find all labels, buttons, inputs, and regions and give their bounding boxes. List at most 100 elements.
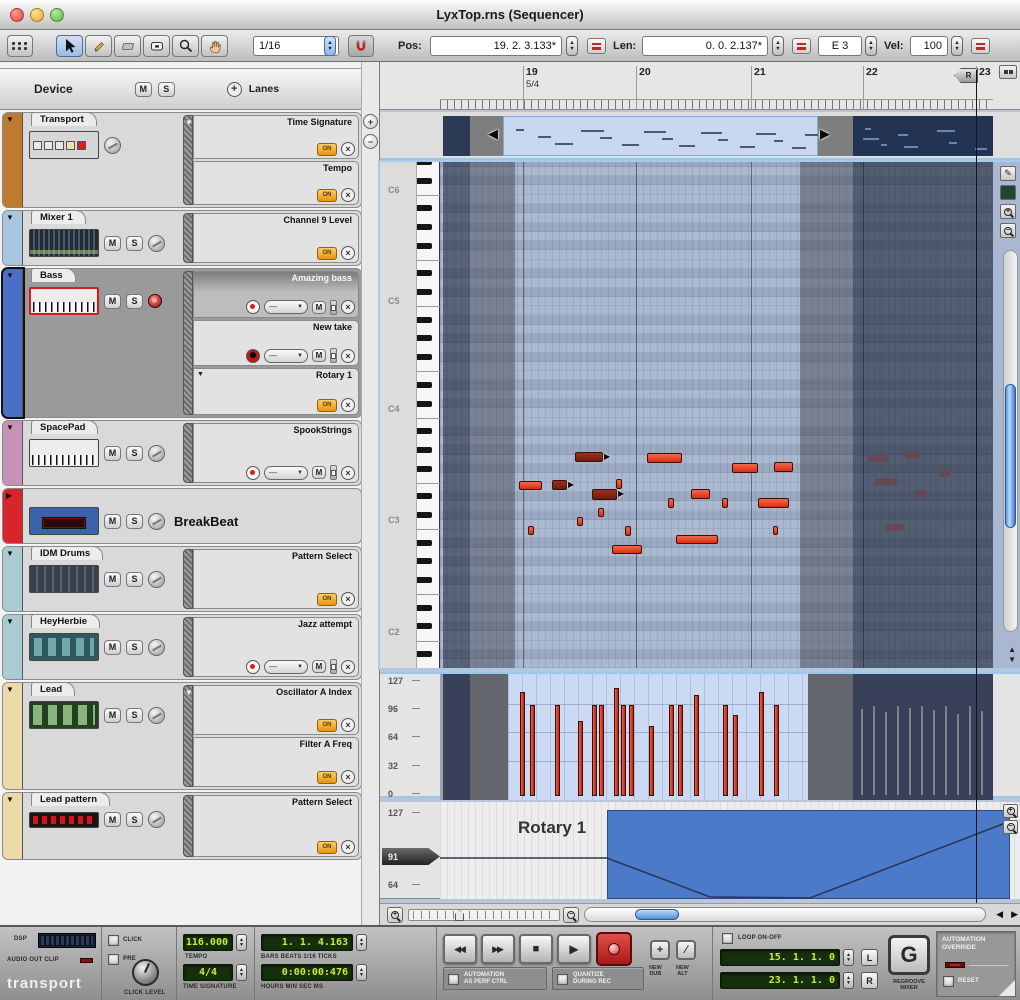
track-mute-button[interactable]: M: [104, 812, 121, 827]
track-mute-button[interactable]: M: [104, 514, 121, 529]
black-key[interactable]: [417, 651, 432, 657]
track-color-strip[interactable]: ▼: [3, 269, 23, 417]
vel-stepper[interactable]: ▲▼: [951, 36, 963, 56]
scroll-left-icon[interactable]: ◀: [996, 908, 1003, 920]
rotary-curve-area[interactable]: Rotary 1: [440, 802, 1020, 899]
disclosure-down-icon[interactable]: ▼: [6, 685, 14, 694]
lane-delete-button[interactable]: ×: [341, 840, 355, 854]
pre-checkbox[interactable]: [108, 954, 119, 965]
pos-field[interactable]: 19. 2. 3.133*: [430, 36, 562, 56]
midi-note[interactable]: [575, 452, 603, 462]
vertical-scrollbar-thumb[interactable]: [1005, 384, 1016, 528]
horizontal-scrollbar-thumb[interactable]: [635, 909, 679, 920]
scroll-down-icon[interactable]: ▼: [1008, 656, 1016, 664]
new-alt-button[interactable]: ∕: [676, 940, 696, 960]
master-mute-button[interactable]: M: [135, 82, 152, 97]
track-mute-button[interactable]: M: [104, 236, 121, 251]
left-locator-display[interactable]: 15. 1. 1. 0: [720, 949, 840, 966]
lane-time-signature[interactable]: Time SignatureON×: [193, 115, 359, 159]
track-solo-button[interactable]: S: [126, 812, 143, 827]
device-thumbnail[interactable]: [29, 439, 99, 467]
disclosure-down-icon[interactable]: ▼: [6, 549, 14, 558]
black-key[interactable]: [417, 577, 432, 583]
track-name-tab[interactable]: Mixer 1: [31, 210, 86, 224]
track-color-strip[interactable]: ▼: [3, 547, 23, 611]
time-stepper[interactable]: ▲▼: [356, 964, 367, 981]
note-stepper[interactable]: ▲▼: [865, 36, 877, 56]
midi-note[interactable]: [676, 535, 718, 544]
note-clip[interactable]: [853, 116, 993, 156]
lane-on-button[interactable]: ON: [317, 593, 337, 606]
editor-zoom-in-button[interactable]: +: [1000, 204, 1016, 219]
black-key[interactable]: [417, 270, 432, 276]
fast-forward-button[interactable]: ▶▶: [481, 934, 515, 964]
click-checkbox[interactable]: [108, 935, 119, 946]
lane-jazz-attempt[interactable]: Jazz attempt—▼M×: [193, 617, 359, 677]
horizontal-scrollbar[interactable]: [584, 907, 986, 922]
device-knob-icon[interactable]: [104, 137, 121, 154]
pencil-tool-button[interactable]: [85, 35, 112, 57]
vertical-scroll-arrows[interactable]: ▲▼: [1008, 646, 1016, 664]
clip-left-handle[interactable]: ◀: [488, 126, 498, 142]
track-name-tab[interactable]: SpacePad: [31, 420, 98, 434]
disclosure-down-icon[interactable]: ▼: [6, 795, 14, 804]
lane-target-dropdown[interactable]: —▼: [264, 660, 308, 674]
midi-note[interactable]: [598, 508, 604, 517]
velocity-bar[interactable]: [759, 692, 764, 796]
track-solo-button[interactable]: S: [126, 446, 143, 461]
black-key[interactable]: [417, 493, 432, 499]
track-color-strip[interactable]: ▼: [3, 683, 23, 789]
quantize-during-rec-checkbox[interactable]: [557, 974, 568, 985]
midi-note[interactable]: [552, 480, 567, 490]
velocity-bar[interactable]: [592, 705, 597, 796]
new-dub-button[interactable]: +: [650, 940, 670, 960]
black-key[interactable]: [417, 289, 432, 295]
pos-match-button[interactable]: [587, 38, 606, 54]
velocity-bar[interactable]: [614, 688, 619, 796]
black-key[interactable]: [417, 623, 432, 629]
midi-note[interactable]: [647, 453, 682, 463]
track-mute-button[interactable]: M: [104, 708, 121, 723]
lane-delete-button[interactable]: ×: [341, 660, 355, 674]
song-position-stepper[interactable]: ▲▼: [356, 934, 367, 951]
lane-delete-button[interactable]: ×: [341, 770, 355, 784]
black-key[interactable]: [417, 428, 432, 434]
black-key[interactable]: [417, 605, 432, 611]
rotary-zoom-out-button[interactable]: −: [1003, 820, 1018, 834]
lane-filter-a-freq[interactable]: Filter A FreqON×: [193, 737, 359, 787]
midi-note[interactable]: [732, 463, 758, 473]
velocity-bar[interactable]: [599, 705, 604, 796]
disclosure-down-icon[interactable]: ▼: [197, 371, 204, 378]
disclosure-down-icon[interactable]: ▼: [6, 617, 14, 626]
lane-target-dropdown[interactable]: —▼: [264, 349, 308, 363]
black-key[interactable]: [417, 335, 432, 341]
lane-on-button[interactable]: ON: [317, 719, 337, 732]
rotary-zoom-in-button[interactable]: +: [1003, 804, 1018, 818]
hzoom-in-button[interactable]: +: [387, 907, 403, 923]
midi-note[interactable]: [519, 481, 542, 490]
lane-record-toggle[interactable]: [246, 349, 260, 363]
play-button[interactable]: ▶: [557, 934, 591, 964]
track-color-strip[interactable]: ▼: [3, 793, 23, 859]
disclosure-down-icon[interactable]: ▼: [6, 213, 14, 222]
lane-target-dropdown[interactable]: —▼: [264, 466, 308, 480]
lane-mute-button[interactable]: M: [312, 349, 326, 362]
lane-delete-button[interactable]: ×: [341, 718, 355, 732]
device-track-breakbeat[interactable]: ▶MSBreakBeat: [2, 488, 362, 544]
device-track-bass[interactable]: ▼BassMSAmazing bass—▼M×New take—▼M×▼Rota…: [2, 268, 362, 418]
lane-on-button[interactable]: ON: [317, 771, 337, 784]
device-track-mixer-1[interactable]: ▼Mixer 1MSChannel 9 LevelON×: [2, 210, 362, 266]
midi-note[interactable]: [577, 517, 583, 526]
track-name-tab[interactable]: HeyHerbie: [31, 614, 100, 628]
lane-record-toggle[interactable]: [246, 466, 260, 480]
track-solo-button[interactable]: S: [126, 708, 143, 723]
scroll-up-icon[interactable]: ▲: [1008, 646, 1016, 654]
lane-record-toggle[interactable]: [246, 660, 260, 674]
click-level-knob[interactable]: [132, 959, 159, 986]
track-solo-button[interactable]: S: [126, 294, 143, 309]
note-field[interactable]: E 3: [818, 36, 862, 56]
tempo-display[interactable]: 116.000: [183, 934, 233, 951]
device-knob-icon[interactable]: [148, 639, 165, 656]
len-field[interactable]: 0. 0. 2.137*: [642, 36, 768, 56]
lane-new-take[interactable]: New take—▼M×: [193, 320, 359, 367]
